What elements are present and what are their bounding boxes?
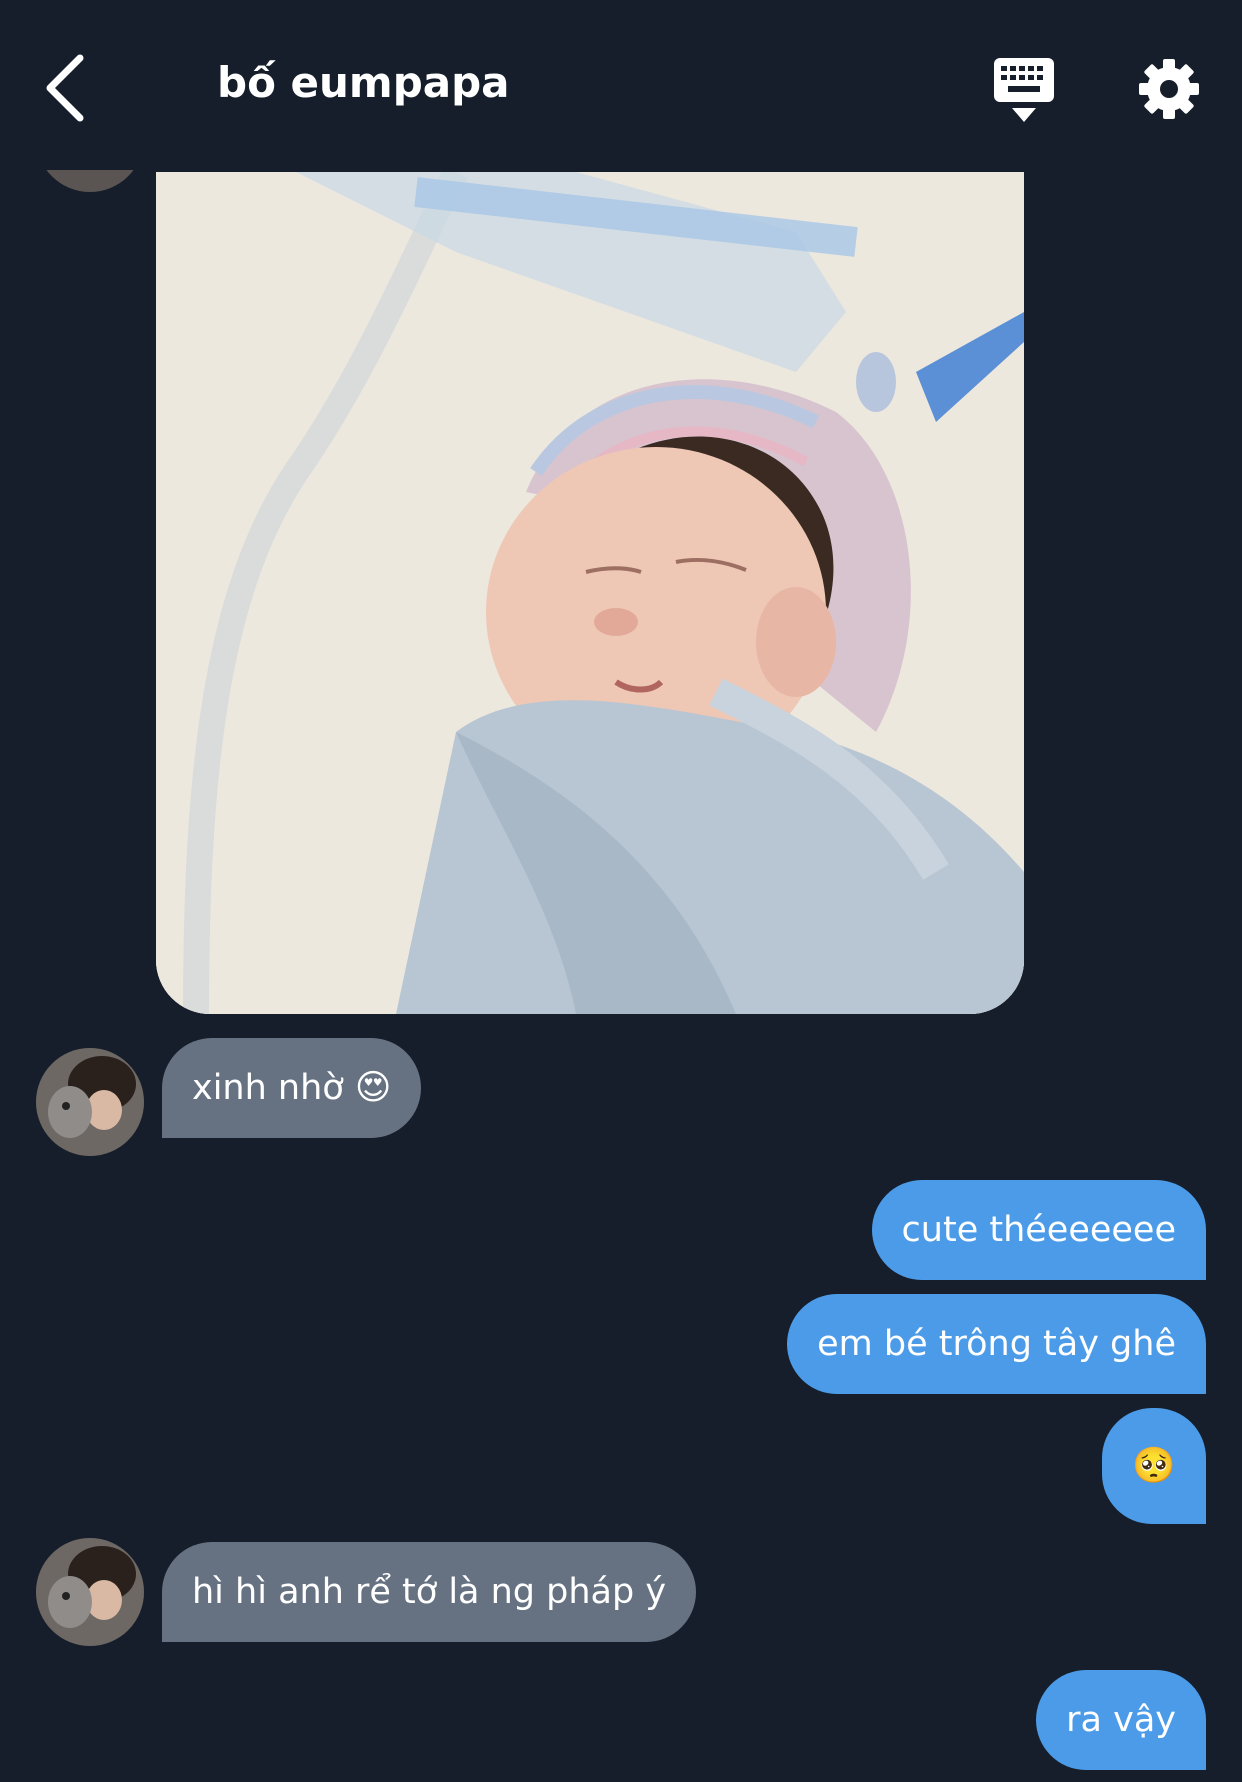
gear-icon: [1139, 59, 1199, 119]
message-bubble-outgoing[interactable]: cute théeeeeee: [871, 1180, 1206, 1280]
message-bubble-outgoing[interactable]: 🥺: [1102, 1408, 1206, 1524]
message-image[interactable]: [156, 172, 1024, 1014]
newborn-baby-photo: [156, 172, 1024, 1014]
chat-title[interactable]: bố eumpapa: [217, 58, 510, 107]
avatar[interactable]: [36, 1048, 144, 1156]
message-text: hì hì anh rể tớ là ng pháp ý: [192, 1572, 667, 1612]
message-text: ra vậy: [1066, 1700, 1176, 1740]
message-text: xinh nhờ 😍: [192, 1068, 392, 1108]
chevron-left-icon: [46, 54, 84, 122]
keyboard-button[interactable]: [992, 56, 1056, 126]
avatar[interactable]: [36, 1538, 144, 1646]
message-bubble-outgoing[interactable]: em bé trông tây ghê: [787, 1294, 1206, 1394]
message-bubble-incoming[interactable]: hì hì anh rể tớ là ng pháp ý: [162, 1542, 697, 1642]
keyboard-icon: [994, 58, 1054, 122]
message-bubble-incoming[interactable]: xinh nhờ 😍: [162, 1038, 422, 1138]
back-button[interactable]: [40, 52, 100, 124]
chat-header: bố eumpapa: [0, 0, 1242, 170]
message-bubble-outgoing[interactable]: ra vậy: [1036, 1670, 1206, 1770]
settings-button[interactable]: [1138, 58, 1200, 120]
message-text: 🥺: [1132, 1446, 1176, 1486]
avatar-photo: [36, 1538, 144, 1646]
message-text: cute théeeeeee: [901, 1210, 1176, 1250]
avatar-photo: [36, 1048, 144, 1156]
message-text: em bé trông tây ghê: [817, 1324, 1176, 1364]
